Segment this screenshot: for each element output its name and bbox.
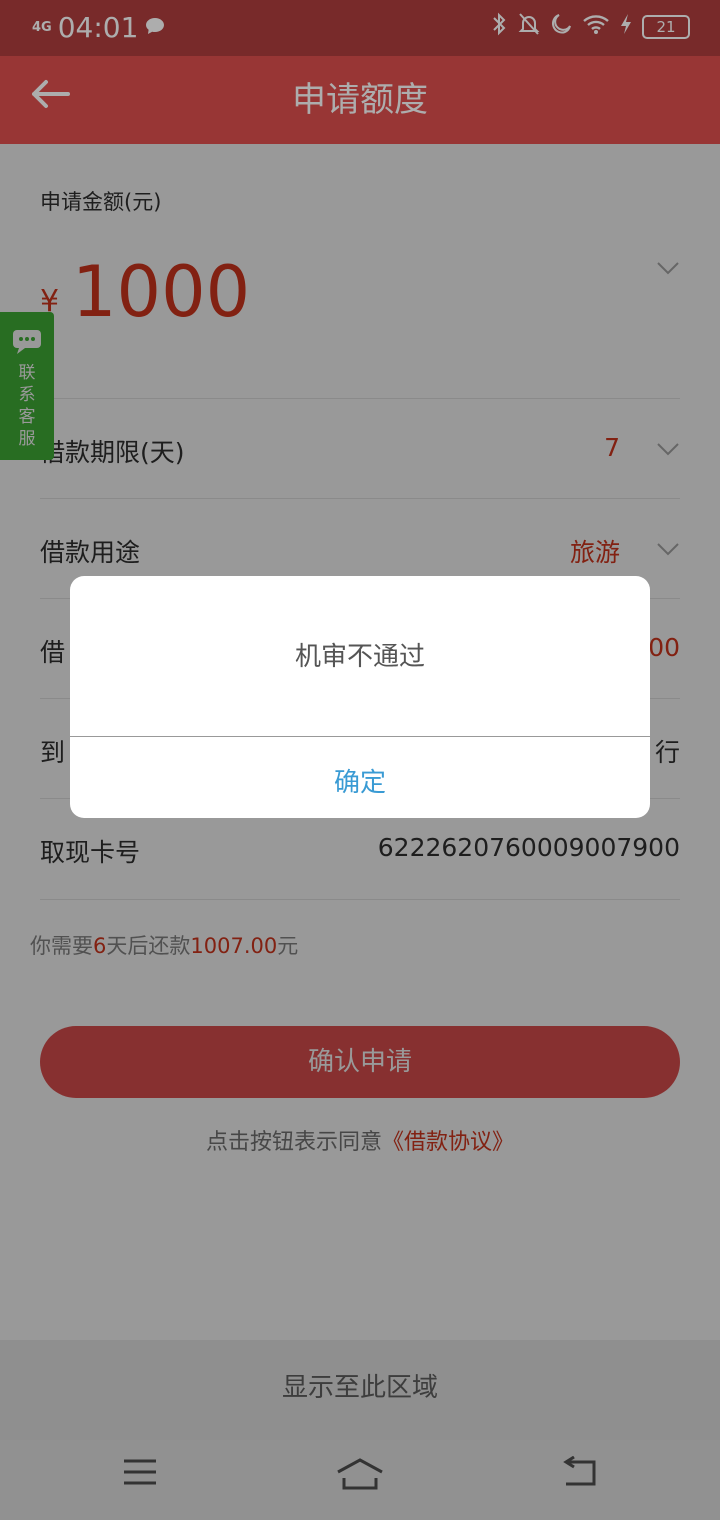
- header-dim-overlay: [0, 0, 720, 144]
- modal-overlay[interactable]: [0, 144, 720, 1520]
- alert-dialog: 机审不通过 确定: [70, 576, 650, 818]
- dialog-ok-button[interactable]: 确定: [70, 762, 650, 799]
- dialog-divider: [70, 736, 650, 737]
- dialog-message: 机审不通过: [294, 642, 425, 672]
